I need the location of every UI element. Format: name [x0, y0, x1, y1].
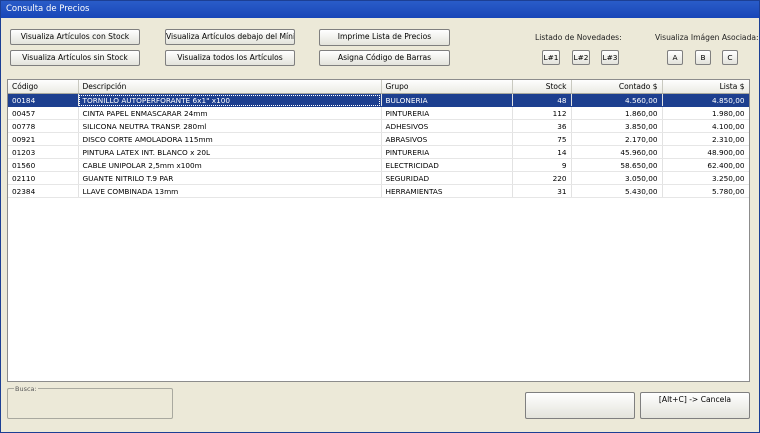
search-box: Busca:	[7, 385, 173, 419]
cell-descripcion: CABLE UNIPOLAR 2,5mm x100m	[78, 158, 382, 172]
cell-contado: 2.170,00	[571, 132, 663, 146]
table-row[interactable]: 00457 CINTA PAPEL ENMASCARAR 24mm PINTURER…	[8, 106, 749, 120]
cell-lista: 2.310,00	[662, 132, 749, 146]
col-header-grupo[interactable]: Grupo	[381, 80, 513, 94]
cell-stock: 75	[512, 132, 572, 146]
cell-contado: 3.850,00	[571, 119, 663, 133]
col-header-descripcion[interactable]: Descripción	[78, 80, 382, 94]
cell-grupo: HERRAMIENTAS	[381, 184, 513, 198]
table-row[interactable]: 01203 PINTURA LATEX INT. BLANCO x 20L PINT…	[8, 145, 749, 159]
cell-grupo: PINTURERIA	[381, 106, 513, 120]
assign-barcode-button[interactable]: Asigna Código de Barras	[319, 50, 450, 66]
novedades-l3-button[interactable]: L#3	[601, 50, 619, 65]
cell-descripcion: TORNILLO AUTOPERFORANTE 6x1" x100	[78, 93, 382, 107]
articles-table: Código Descripción Grupo Stock Contado $…	[8, 80, 749, 198]
price-query-window: Consulta de Precios Visualiza Artículos …	[0, 0, 760, 433]
cell-codigo: 00457	[8, 106, 79, 120]
cell-contado: 5.430,00	[571, 184, 663, 198]
below-minimum-button[interactable]: Visualiza Artículos debajo del Mínimo	[165, 29, 295, 45]
cell-codigo: 00921	[8, 132, 79, 146]
cell-descripcion: GUANTE NITRILO T.9 PAR	[78, 171, 382, 185]
cell-descripcion: DISCO CORTE AMOLADORA 115mm	[78, 132, 382, 146]
image-a-button[interactable]: A	[667, 50, 683, 65]
cell-lista: 4.850,00	[662, 93, 749, 107]
image-c-button[interactable]: C	[722, 50, 738, 65]
cell-lista: 3.250,00	[662, 171, 749, 185]
cell-stock: 31	[512, 184, 572, 198]
search-input[interactable]	[11, 395, 171, 417]
cell-codigo: 00184	[8, 93, 79, 107]
cell-grupo: PINTURERIA	[381, 145, 513, 159]
table-header-row: Código Descripción Grupo Stock Contado $…	[8, 80, 749, 94]
articles-grid[interactable]: Código Descripción Grupo Stock Contado $…	[7, 79, 750, 382]
cell-stock: 48	[512, 93, 572, 107]
cell-codigo: 02110	[8, 171, 79, 185]
blank-action-button[interactable]	[525, 392, 635, 419]
cell-descripcion: LLAVE COMBINADA 13mm	[78, 184, 382, 198]
print-price-list-button[interactable]: Imprime Lista de Precios	[319, 29, 450, 46]
cell-contado: 58.650,00	[571, 158, 663, 172]
table-row[interactable]: 00778 SILICONA NEUTRA TRANSP. 280ml ADHESI…	[8, 119, 749, 133]
table-row[interactable]: 00921 DISCO CORTE AMOLADORA 115mm ABRASIVO…	[8, 132, 749, 146]
cancel-button[interactable]: [Alt+C] -> Cancela	[640, 392, 750, 419]
cell-codigo: 02384	[8, 184, 79, 198]
cell-codigo: 01203	[8, 145, 79, 159]
cell-stock: 112	[512, 106, 572, 120]
cell-stock: 220	[512, 171, 572, 185]
col-header-stock[interactable]: Stock	[512, 80, 572, 94]
table-row[interactable]: 02110 GUANTE NITRILO T.9 PAR SEGURIDAD 220 3…	[8, 171, 749, 185]
cell-lista: 5.780,00	[662, 184, 749, 198]
cell-lista: 48.900,00	[662, 145, 749, 159]
cell-stock: 36	[512, 119, 572, 133]
col-header-contado[interactable]: Contado $	[571, 80, 663, 94]
cell-codigo: 01560	[8, 158, 79, 172]
cell-contado: 45.960,00	[571, 145, 663, 159]
image-label: Visualiza Imágen Asociada:	[655, 33, 759, 42]
cell-descripcion: SILICONA NEUTRA TRANSP. 280ml	[78, 119, 382, 133]
cell-lista: 1.980,00	[662, 106, 749, 120]
cell-stock: 14	[512, 145, 572, 159]
novedades-label: Listado de Novedades:	[535, 33, 622, 42]
search-label: Busca:	[14, 385, 38, 393]
window-title: Consulta de Precios	[1, 1, 759, 18]
image-b-button[interactable]: B	[695, 50, 711, 65]
cell-descripcion: PINTURA LATEX INT. BLANCO x 20L	[78, 145, 382, 159]
cell-descripcion: CINTA PAPEL ENMASCARAR 24mm	[78, 106, 382, 120]
cell-lista: 4.100,00	[662, 119, 749, 133]
cell-stock: 9	[512, 158, 572, 172]
novedades-l1-button[interactable]: L#1	[542, 50, 560, 65]
col-header-lista[interactable]: Lista $	[662, 80, 749, 94]
cell-grupo: ABRASIVOS	[381, 132, 513, 146]
all-articles-button[interactable]: Visualiza todos los Artículos	[165, 50, 295, 66]
cell-grupo: ELECTRICIDAD	[381, 158, 513, 172]
cell-grupo: BULONERIA	[381, 93, 513, 107]
cell-grupo: SEGURIDAD	[381, 171, 513, 185]
table-row[interactable]: 02384 LLAVE COMBINADA 13mm HERRAMIENTAS 31 5…	[8, 184, 749, 198]
with-stock-button[interactable]: Visualiza Artículos con Stock	[10, 29, 140, 45]
table-row[interactable]: 00184 TORNILLO AUTOPERFORANTE 6x1" x100 BU…	[8, 93, 749, 107]
table-row[interactable]: 01560 CABLE UNIPOLAR 2,5mm x100m ELECTRICI…	[8, 158, 749, 172]
cell-contado: 1.860,00	[571, 106, 663, 120]
novedades-l2-button[interactable]: L#2	[572, 50, 590, 65]
cell-contado: 3.050,00	[571, 171, 663, 185]
cell-lista: 62.400,00	[662, 158, 749, 172]
cell-codigo: 00778	[8, 119, 79, 133]
cell-contado: 4.560,00	[571, 93, 663, 107]
cell-grupo: ADHESIVOS	[381, 119, 513, 133]
col-header-codigo[interactable]: Código	[8, 80, 79, 94]
without-stock-button[interactable]: Visualiza Artículos sin Stock	[10, 50, 140, 66]
